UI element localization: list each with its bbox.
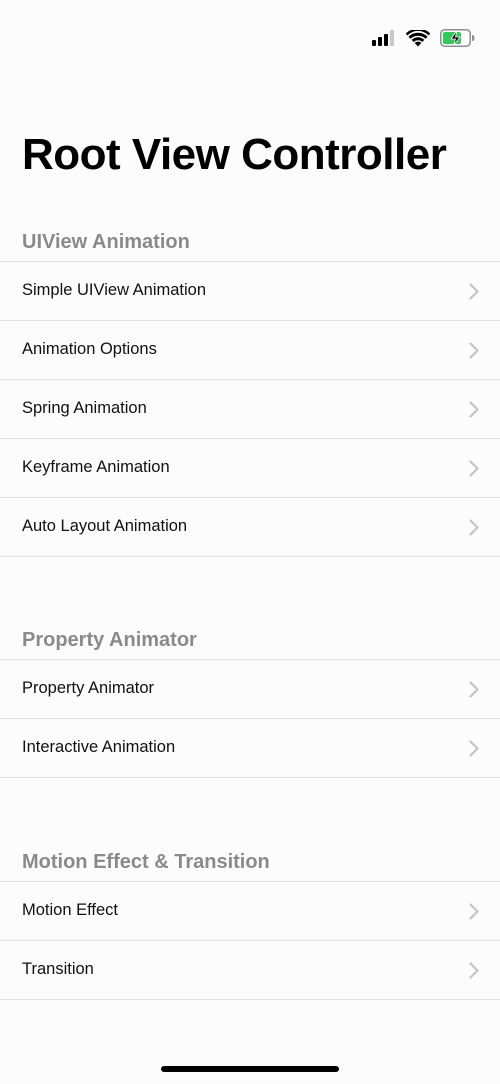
table-row[interactable]: Property Animator [0,659,500,718]
table-row[interactable]: Simple UIView Animation [0,261,500,320]
chevron-right-icon [469,681,479,703]
table-row[interactable]: Spring Animation [0,379,500,438]
row-label: Auto Layout Animation [22,517,188,535]
chevron-right-icon [469,740,479,762]
status-icons [372,29,476,47]
chevron-right-icon [469,519,479,541]
row-label: Property Animator [22,679,155,697]
wifi-icon [406,29,430,47]
chevron-right-icon [469,903,479,925]
row-list: Simple UIView Animation Animation Option… [0,261,500,557]
row-label: Interactive Animation [22,738,176,756]
row-label: Spring Animation [22,399,147,417]
section-header: Property Animator [22,629,197,651]
section-header: Motion Effect & Transition [22,851,270,873]
table-row[interactable]: Motion Effect [0,881,500,940]
row-list: Property Animator Interactive Animation [0,659,500,778]
status-bar [0,0,500,80]
row-label: Keyframe Animation [22,458,170,476]
chevron-right-icon [469,962,479,984]
row-list: Motion Effect Transition [0,881,500,1000]
chevron-right-icon [469,401,479,423]
table-row[interactable]: Keyframe Animation [0,438,500,497]
chevron-right-icon [469,283,479,305]
table-row[interactable]: Animation Options [0,320,500,379]
table-row[interactable]: Transition [0,940,500,1000]
chevron-right-icon [469,342,479,364]
row-label: Animation Options [22,340,157,358]
battery-charging-icon [440,29,476,47]
table-row[interactable]: Auto Layout Animation [0,497,500,557]
cellular-signal-icon [372,30,396,46]
row-label: Motion Effect [22,901,118,919]
chevron-right-icon [469,460,479,482]
page-title: Root View Controller [22,130,447,179]
section-header: UIView Animation [22,231,190,253]
row-label: Transition [22,960,94,978]
row-label: Simple UIView Animation [22,281,207,299]
home-indicator[interactable] [161,1066,339,1072]
table-row[interactable]: Interactive Animation [0,718,500,778]
